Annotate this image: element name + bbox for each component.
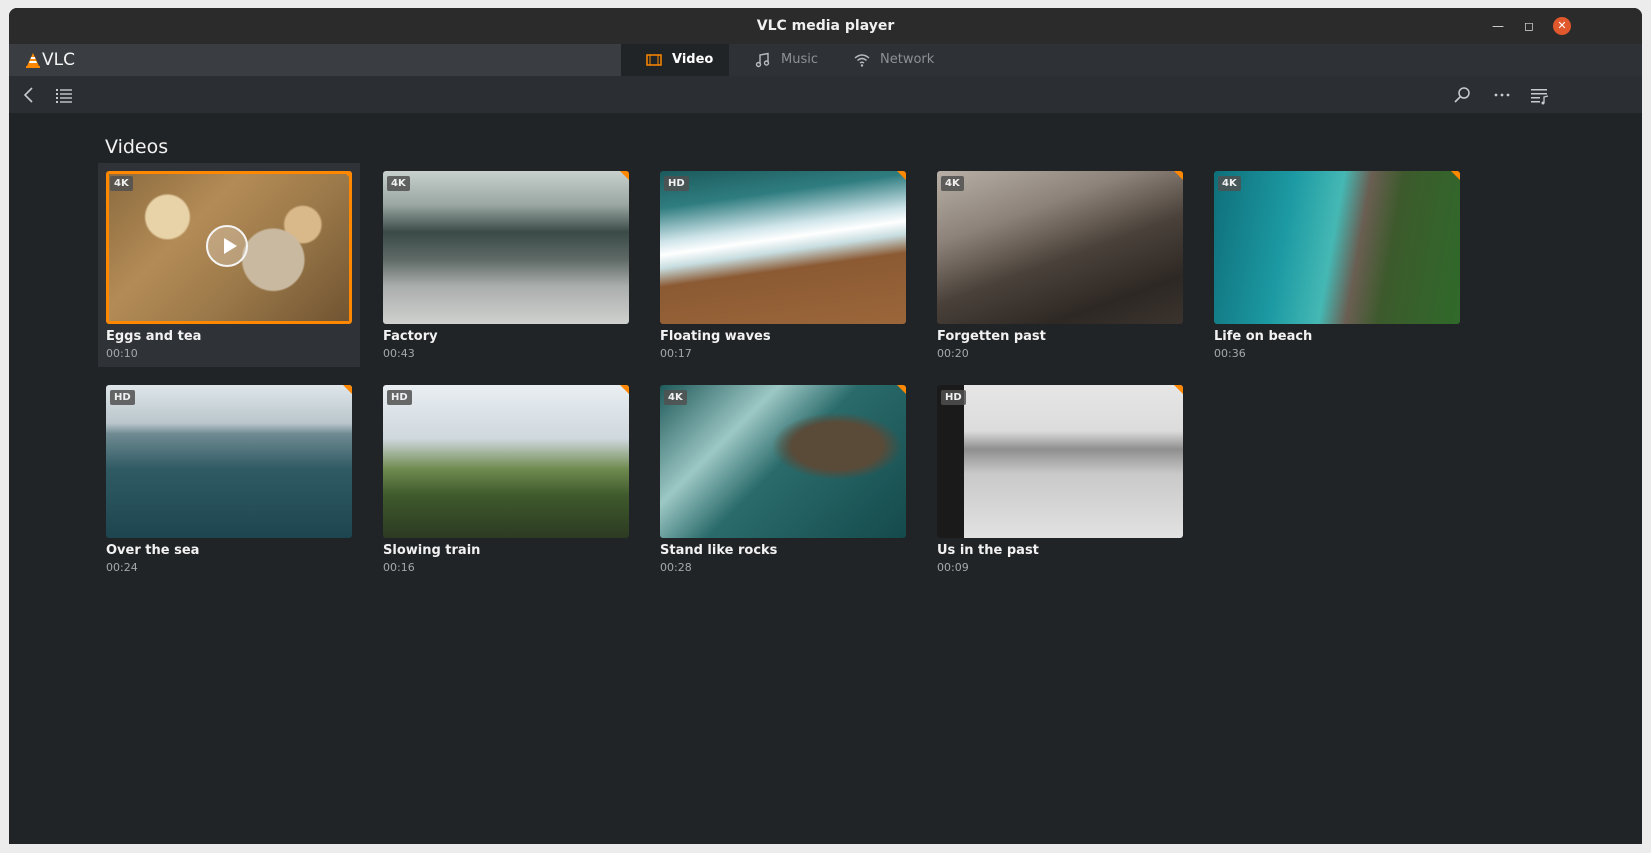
video-thumbnail[interactable]: 4K — [1214, 171, 1460, 324]
tab-music-label: Music — [781, 52, 818, 67]
brand-name: VLC — [42, 50, 75, 70]
wifi-icon — [854, 54, 870, 67]
video-duration: 00:10 — [106, 347, 138, 360]
video-duration: 00:24 — [106, 561, 138, 574]
title-bar: VLC media player — ◻ ✕ — [9, 8, 1642, 44]
tab-video-label: Video — [672, 52, 714, 67]
list-view-icon — [56, 89, 72, 103]
video-title: Life on beach — [1214, 329, 1313, 344]
video-title: Floating waves — [660, 329, 771, 344]
video-card[interactable]: 4K Forgetten past 00:20 — [929, 163, 1191, 367]
quality-badge: HD — [110, 390, 135, 405]
main-navigation-bar: VLC Video Music Network — [9, 44, 1642, 76]
quality-badge: HD — [941, 390, 966, 405]
video-title: Stand like rocks — [660, 543, 778, 558]
section-heading: Videos — [105, 136, 169, 158]
playlist-icon — [1531, 89, 1549, 105]
new-indicator — [343, 385, 352, 394]
music-note-icon — [755, 52, 770, 68]
video-duration: 00:43 — [383, 347, 415, 360]
maximize-button[interactable]: ◻ — [1520, 17, 1538, 35]
video-thumbnail[interactable]: 4K — [937, 171, 1183, 324]
back-arrow-icon — [23, 87, 33, 103]
tab-network-label: Network — [880, 52, 935, 67]
video-thumbnail[interactable]: HD — [937, 385, 1183, 538]
video-card[interactable]: 4K Life on beach 00:36 — [1206, 163, 1468, 367]
search-button[interactable] — [1449, 82, 1475, 108]
quality-badge: HD — [664, 176, 689, 191]
quality-badge: 4K — [387, 176, 410, 191]
video-title: Forgetten past — [937, 329, 1046, 344]
more-options-icon — [1494, 93, 1510, 97]
quality-badge: 4K — [110, 176, 133, 191]
video-duration: 00:36 — [1214, 347, 1246, 360]
new-indicator — [620, 171, 629, 180]
list-view-button[interactable] — [51, 82, 77, 108]
video-title: Eggs and tea — [106, 329, 202, 344]
video-card[interactable]: 4K Eggs and tea 00:10 — [98, 163, 360, 367]
playlist-button[interactable] — [1527, 82, 1553, 108]
vlc-brand: VLC — [9, 44, 621, 76]
vlc-cone-icon — [26, 53, 40, 68]
new-indicator — [897, 171, 906, 180]
video-duration: 00:17 — [660, 347, 692, 360]
video-card[interactable]: 4K Stand like rocks 00:28 — [652, 377, 914, 581]
search-icon — [1454, 87, 1470, 103]
video-duration: 00:09 — [937, 561, 969, 574]
video-card[interactable]: HD Floating waves 00:17 — [652, 163, 914, 367]
toolbar — [9, 76, 1642, 113]
new-indicator — [343, 171, 352, 180]
video-duration: 00:16 — [383, 561, 415, 574]
new-indicator — [1174, 171, 1183, 180]
close-button[interactable]: ✕ — [1553, 17, 1571, 35]
tab-network[interactable]: Network — [851, 44, 951, 76]
video-duration: 00:28 — [660, 561, 692, 574]
video-thumbnail[interactable]: 4K — [106, 171, 352, 324]
minimize-button[interactable]: — — [1489, 17, 1507, 35]
quality-badge: 4K — [1218, 176, 1241, 191]
video-card[interactable]: HD Us in the past 00:09 — [929, 377, 1191, 581]
video-title: Over the sea — [106, 543, 200, 558]
video-duration: 00:20 — [937, 347, 969, 360]
video-card[interactable]: 4K Factory 00:43 — [375, 163, 637, 367]
video-title: Us in the past — [937, 543, 1039, 558]
back-button[interactable] — [16, 82, 42, 108]
new-indicator — [1174, 385, 1183, 394]
video-thumbnail[interactable]: 4K — [383, 171, 629, 324]
video-title: Slowing train — [383, 543, 481, 558]
tab-video[interactable]: Video — [621, 44, 729, 76]
video-thumbnail[interactable]: 4K — [660, 385, 906, 538]
tab-music[interactable]: Music — [749, 44, 839, 76]
film-icon — [646, 54, 662, 66]
video-thumbnail[interactable]: HD — [660, 171, 906, 324]
quality-badge: 4K — [664, 390, 687, 405]
vlc-window: VLC media player — ◻ ✕ VLC Video Music N… — [9, 8, 1642, 844]
video-card[interactable]: HD Over the sea 00:24 — [98, 377, 360, 581]
new-indicator — [897, 385, 906, 394]
window-title: VLC media player — [756, 18, 895, 34]
video-title: Factory — [383, 329, 438, 344]
video-card[interactable]: HD Slowing train 00:16 — [375, 377, 637, 581]
new-indicator — [1451, 171, 1460, 180]
video-thumbnail[interactable]: HD — [106, 385, 352, 538]
quality-badge: 4K — [941, 176, 964, 191]
quality-badge: HD — [387, 390, 412, 405]
play-button[interactable] — [206, 225, 248, 267]
video-thumbnail[interactable]: HD — [383, 385, 629, 538]
more-options-button[interactable] — [1489, 82, 1515, 108]
new-indicator — [620, 385, 629, 394]
